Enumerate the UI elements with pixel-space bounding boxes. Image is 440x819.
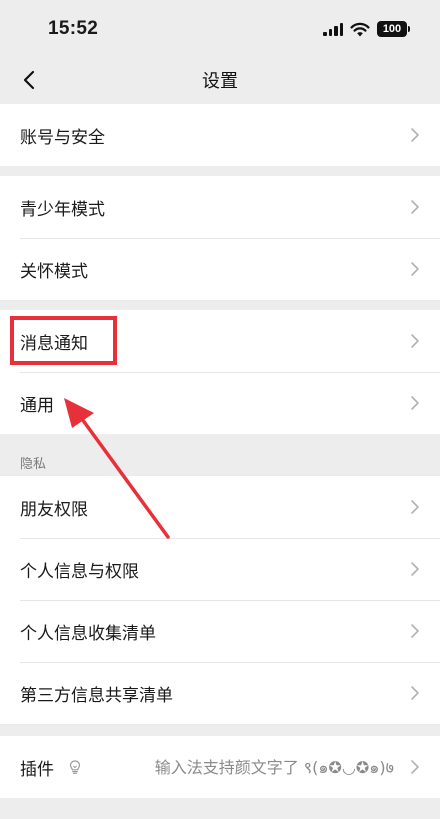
settings-item-account-security[interactable]: 账号与安全 <box>0 104 440 166</box>
chevron-right-icon <box>411 760 419 774</box>
chevron-right-icon <box>411 200 419 214</box>
chevron-right-icon <box>411 396 419 410</box>
settings-item-personal-info-permissions[interactable]: 个人信息与权限 <box>0 538 440 600</box>
settings-item-label: 关怀模式 <box>20 261 88 282</box>
settings-item-teen-mode[interactable]: 青少年模式 <box>0 176 440 238</box>
back-chevron-icon[interactable] <box>14 64 46 96</box>
settings-item-label: 消息通知 <box>20 333 88 354</box>
navigation-bar: 设置 <box>0 58 440 102</box>
status-time: 15:52 <box>48 18 99 39</box>
cellular-signal-icon <box>323 22 343 36</box>
status-icons: 100 <box>323 21 410 37</box>
settings-item-friend-permissions[interactable]: 朋友权限 <box>0 476 440 538</box>
section-header-privacy: 隐私 <box>20 457 47 472</box>
settings-group-modes: 青少年模式 关怀模式 <box>0 176 440 300</box>
chevron-right-icon <box>411 128 419 142</box>
settings-item-label: 账号与安全 <box>20 127 105 148</box>
chevron-right-icon <box>411 500 419 514</box>
chevron-right-icon <box>411 334 419 348</box>
settings-item-personal-info-collection[interactable]: 个人信息收集清单 <box>0 600 440 662</box>
settings-item-third-party-sharing[interactable]: 第三方信息共享清单 <box>0 662 440 724</box>
wifi-icon <box>350 22 370 36</box>
lightbulb-icon <box>69 760 81 774</box>
chevron-right-icon <box>411 624 419 638</box>
settings-group-account: 账号与安全 <box>0 104 440 166</box>
settings-item-label: 个人信息与权限 <box>20 561 139 582</box>
settings-item-care-mode[interactable]: 关怀模式 <box>0 238 440 300</box>
battery-level: 100 <box>377 21 407 37</box>
page-title: 设置 <box>202 71 238 92</box>
status-bar: 15:52 100 <box>0 0 440 58</box>
settings-item-label: 朋友权限 <box>20 499 88 520</box>
settings-item-label: 个人信息收集清单 <box>20 623 156 644</box>
battery-icon: 100 <box>377 21 410 37</box>
chevron-right-icon <box>411 686 419 700</box>
settings-group-general: 消息通知 通用 <box>0 310 440 434</box>
plugin-subtitle: 输入法支持颜文字了 ९(๑✪◡✪๑)७ <box>154 757 394 777</box>
settings-item-label: 插件 <box>20 759 54 780</box>
settings-group-plugins: 插件 输入法支持颜文字了 ९(๑✪◡✪๑)७ <box>0 736 440 798</box>
settings-item-label: 第三方信息共享清单 <box>20 685 173 706</box>
settings-item-general[interactable]: 通用 <box>0 372 440 434</box>
settings-item-label: 青少年模式 <box>20 199 105 220</box>
settings-group-privacy: 朋友权限 个人信息与权限 个人信息收集清单 第三方信息共享清单 <box>0 476 440 724</box>
settings-item-plugins[interactable]: 插件 输入法支持颜文字了 ९(๑✪◡✪๑)७ <box>0 736 440 798</box>
chevron-right-icon <box>411 262 419 276</box>
chevron-right-icon <box>411 562 419 576</box>
settings-item-notifications[interactable]: 消息通知 <box>0 310 440 372</box>
settings-item-label: 通用 <box>20 395 54 416</box>
